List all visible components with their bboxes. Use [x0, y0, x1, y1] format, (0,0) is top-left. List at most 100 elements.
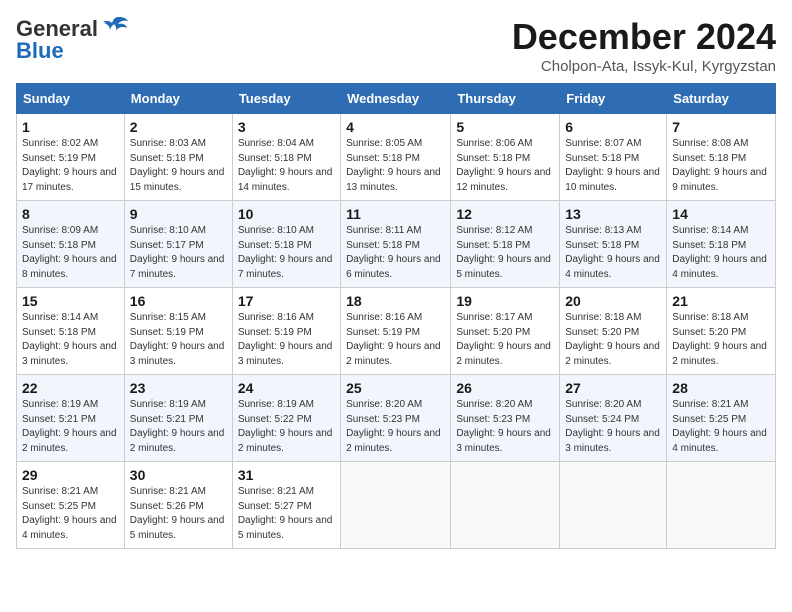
day-number: 28 [672, 380, 770, 396]
day-number: 15 [22, 293, 119, 309]
day-info: Sunrise: 8:04 AMSunset: 5:18 PMDaylight:… [238, 137, 335, 195]
day-info: Sunrise: 8:14 AMSunset: 5:18 PMDaylight:… [22, 311, 119, 369]
calendar-cell: 20 Sunrise: 8:18 AMSunset: 5:20 PMDayligh… [560, 288, 667, 375]
calendar-table: SundayMondayTuesdayWednesdayThursdayFrid… [16, 83, 776, 549]
day-info: Sunrise: 8:12 AMSunset: 5:18 PMDaylight:… [456, 224, 554, 282]
day-number: 2 [130, 119, 227, 135]
calendar-cell: 11 Sunrise: 8:11 AMSunset: 5:18 PMDayligh… [341, 201, 451, 288]
day-info: Sunrise: 8:21 AMSunset: 5:25 PMDaylight:… [672, 398, 770, 456]
calendar-week-row: 8Sunrise: 8:09 AMSunset: 5:18 PMDaylight… [17, 201, 776, 288]
day-info: Sunrise: 8:05 AMSunset: 5:18 PMDaylight:… [346, 137, 445, 195]
day-number: 18 [346, 293, 445, 309]
day-number: 30 [130, 467, 227, 483]
calendar-cell: 14 Sunrise: 8:14 AMSunset: 5:18 PMDayligh… [667, 201, 776, 288]
calendar-cell: 29Sunrise: 8:21 AMSunset: 5:25 PMDayligh… [17, 462, 125, 549]
day-header-wednesday: Wednesday [341, 84, 451, 114]
calendar-cell: 24 Sunrise: 8:19 AMSunset: 5:22 PMDayligh… [232, 375, 340, 462]
calendar-cell: 9Sunrise: 8:10 AMSunset: 5:17 PMDaylight… [124, 201, 232, 288]
calendar-cell: 6 Sunrise: 8:07 AMSunset: 5:18 PMDaylight… [560, 114, 667, 201]
calendar-cell: 5 Sunrise: 8:06 AMSunset: 5:18 PMDaylight… [451, 114, 560, 201]
calendar-cell: 7 Sunrise: 8:08 AMSunset: 5:18 PMDaylight… [667, 114, 776, 201]
day-number: 22 [22, 380, 119, 396]
day-info: Sunrise: 8:08 AMSunset: 5:18 PMDaylight:… [672, 137, 770, 195]
calendar-cell: 10 Sunrise: 8:10 AMSunset: 5:18 PMDayligh… [232, 201, 340, 288]
day-info: Sunrise: 8:18 AMSunset: 5:20 PMDaylight:… [565, 311, 661, 369]
day-info: Sunrise: 8:14 AMSunset: 5:18 PMDaylight:… [672, 224, 770, 282]
day-number: 13 [565, 206, 661, 222]
day-number: 27 [565, 380, 661, 396]
day-info: Sunrise: 8:07 AMSunset: 5:18 PMDaylight:… [565, 137, 661, 195]
calendar-cell: 8Sunrise: 8:09 AMSunset: 5:18 PMDaylight… [17, 201, 125, 288]
day-number: 14 [672, 206, 770, 222]
day-info: Sunrise: 8:20 AMSunset: 5:23 PMDaylight:… [456, 398, 554, 456]
day-number: 17 [238, 293, 335, 309]
calendar-cell [341, 462, 451, 549]
day-number: 11 [346, 206, 445, 222]
calendar-cell [451, 462, 560, 549]
calendar-cell: 3 Sunrise: 8:04 AMSunset: 5:18 PMDaylight… [232, 114, 340, 201]
day-info: Sunrise: 8:13 AMSunset: 5:18 PMDaylight:… [565, 224, 661, 282]
day-info: Sunrise: 8:21 AMSunset: 5:27 PMDaylight:… [238, 485, 335, 543]
day-number: 16 [130, 293, 227, 309]
day-number: 21 [672, 293, 770, 309]
calendar-week-row: 22 Sunrise: 8:19 AMSunset: 5:21 PMDayligh… [17, 375, 776, 462]
day-number: 25 [346, 380, 445, 396]
day-header-monday: Monday [124, 84, 232, 114]
day-number: 5 [456, 119, 554, 135]
calendar-cell: 1Sunrise: 8:02 AMSunset: 5:19 PMDaylight… [17, 114, 125, 201]
calendar-cell: 2 Sunrise: 8:03 AMSunset: 5:18 PMDaylight… [124, 114, 232, 201]
title-block: December 2024 Cholpon-Ata, Issyk-Kul, Ky… [512, 16, 776, 75]
day-number: 20 [565, 293, 661, 309]
day-header-sunday: Sunday [17, 84, 125, 114]
day-number: 12 [456, 206, 554, 222]
calendar-cell: 17 Sunrise: 8:16 AMSunset: 5:19 PMDayligh… [232, 288, 340, 375]
month-title: December 2024 [512, 16, 776, 58]
day-info: Sunrise: 8:21 AMSunset: 5:26 PMDaylight:… [130, 485, 227, 543]
day-info: Sunrise: 8:09 AMSunset: 5:18 PMDaylight:… [22, 224, 119, 282]
calendar-cell: 23 Sunrise: 8:19 AMSunset: 5:21 PMDayligh… [124, 375, 232, 462]
day-info: Sunrise: 8:15 AMSunset: 5:19 PMDaylight:… [130, 311, 227, 369]
day-info: Sunrise: 8:16 AMSunset: 5:19 PMDaylight:… [238, 311, 335, 369]
page-header: General Blue December 2024 Cholpon-Ata, … [16, 16, 776, 75]
day-number: 26 [456, 380, 554, 396]
calendar-cell: 15 Sunrise: 8:14 AMSunset: 5:18 PMDayligh… [17, 288, 125, 375]
calendar-week-row: 15 Sunrise: 8:14 AMSunset: 5:18 PMDayligh… [17, 288, 776, 375]
day-info: Sunrise: 8:03 AMSunset: 5:18 PMDaylight:… [130, 137, 227, 195]
calendar-cell: 26 Sunrise: 8:20 AMSunset: 5:23 PMDayligh… [451, 375, 560, 462]
day-header-thursday: Thursday [451, 84, 560, 114]
day-number: 9 [130, 206, 227, 222]
calendar-cell: 4 Sunrise: 8:05 AMSunset: 5:18 PMDaylight… [341, 114, 451, 201]
logo: General Blue [16, 16, 128, 64]
calendar-cell: 30 Sunrise: 8:21 AMSunset: 5:26 PMDayligh… [124, 462, 232, 549]
day-number: 7 [672, 119, 770, 135]
day-info: Sunrise: 8:11 AMSunset: 5:18 PMDaylight:… [346, 224, 445, 282]
day-number: 10 [238, 206, 335, 222]
calendar-cell: 13 Sunrise: 8:13 AMSunset: 5:18 PMDayligh… [560, 201, 667, 288]
day-info: Sunrise: 8:20 AMSunset: 5:24 PMDaylight:… [565, 398, 661, 456]
day-info: Sunrise: 8:06 AMSunset: 5:18 PMDaylight:… [456, 137, 554, 195]
calendar-cell: 21Sunrise: 8:18 AMSunset: 5:20 PMDayligh… [667, 288, 776, 375]
day-info: Sunrise: 8:02 AMSunset: 5:19 PMDaylight:… [22, 137, 119, 195]
calendar-cell [560, 462, 667, 549]
day-number: 6 [565, 119, 661, 135]
day-info: Sunrise: 8:19 AMSunset: 5:21 PMDaylight:… [22, 398, 119, 456]
day-number: 23 [130, 380, 227, 396]
day-number: 4 [346, 119, 445, 135]
day-number: 24 [238, 380, 335, 396]
calendar-header-row: SundayMondayTuesdayWednesdayThursdayFrid… [17, 84, 776, 114]
calendar-cell: 12 Sunrise: 8:12 AMSunset: 5:18 PMDayligh… [451, 201, 560, 288]
day-header-saturday: Saturday [667, 84, 776, 114]
day-header-friday: Friday [560, 84, 667, 114]
calendar-body: 1Sunrise: 8:02 AMSunset: 5:19 PMDaylight… [17, 114, 776, 549]
logo-bird-icon [102, 16, 128, 38]
day-info: Sunrise: 8:17 AMSunset: 5:20 PMDaylight:… [456, 311, 554, 369]
day-info: Sunrise: 8:19 AMSunset: 5:21 PMDaylight:… [130, 398, 227, 456]
day-info: Sunrise: 8:20 AMSunset: 5:23 PMDaylight:… [346, 398, 445, 456]
calendar-cell: 27 Sunrise: 8:20 AMSunset: 5:24 PMDayligh… [560, 375, 667, 462]
day-number: 3 [238, 119, 335, 135]
day-number: 31 [238, 467, 335, 483]
calendar-week-row: 1Sunrise: 8:02 AMSunset: 5:19 PMDaylight… [17, 114, 776, 201]
day-info: Sunrise: 8:10 AMSunset: 5:18 PMDaylight:… [238, 224, 335, 282]
day-header-tuesday: Tuesday [232, 84, 340, 114]
day-info: Sunrise: 8:19 AMSunset: 5:22 PMDaylight:… [238, 398, 335, 456]
